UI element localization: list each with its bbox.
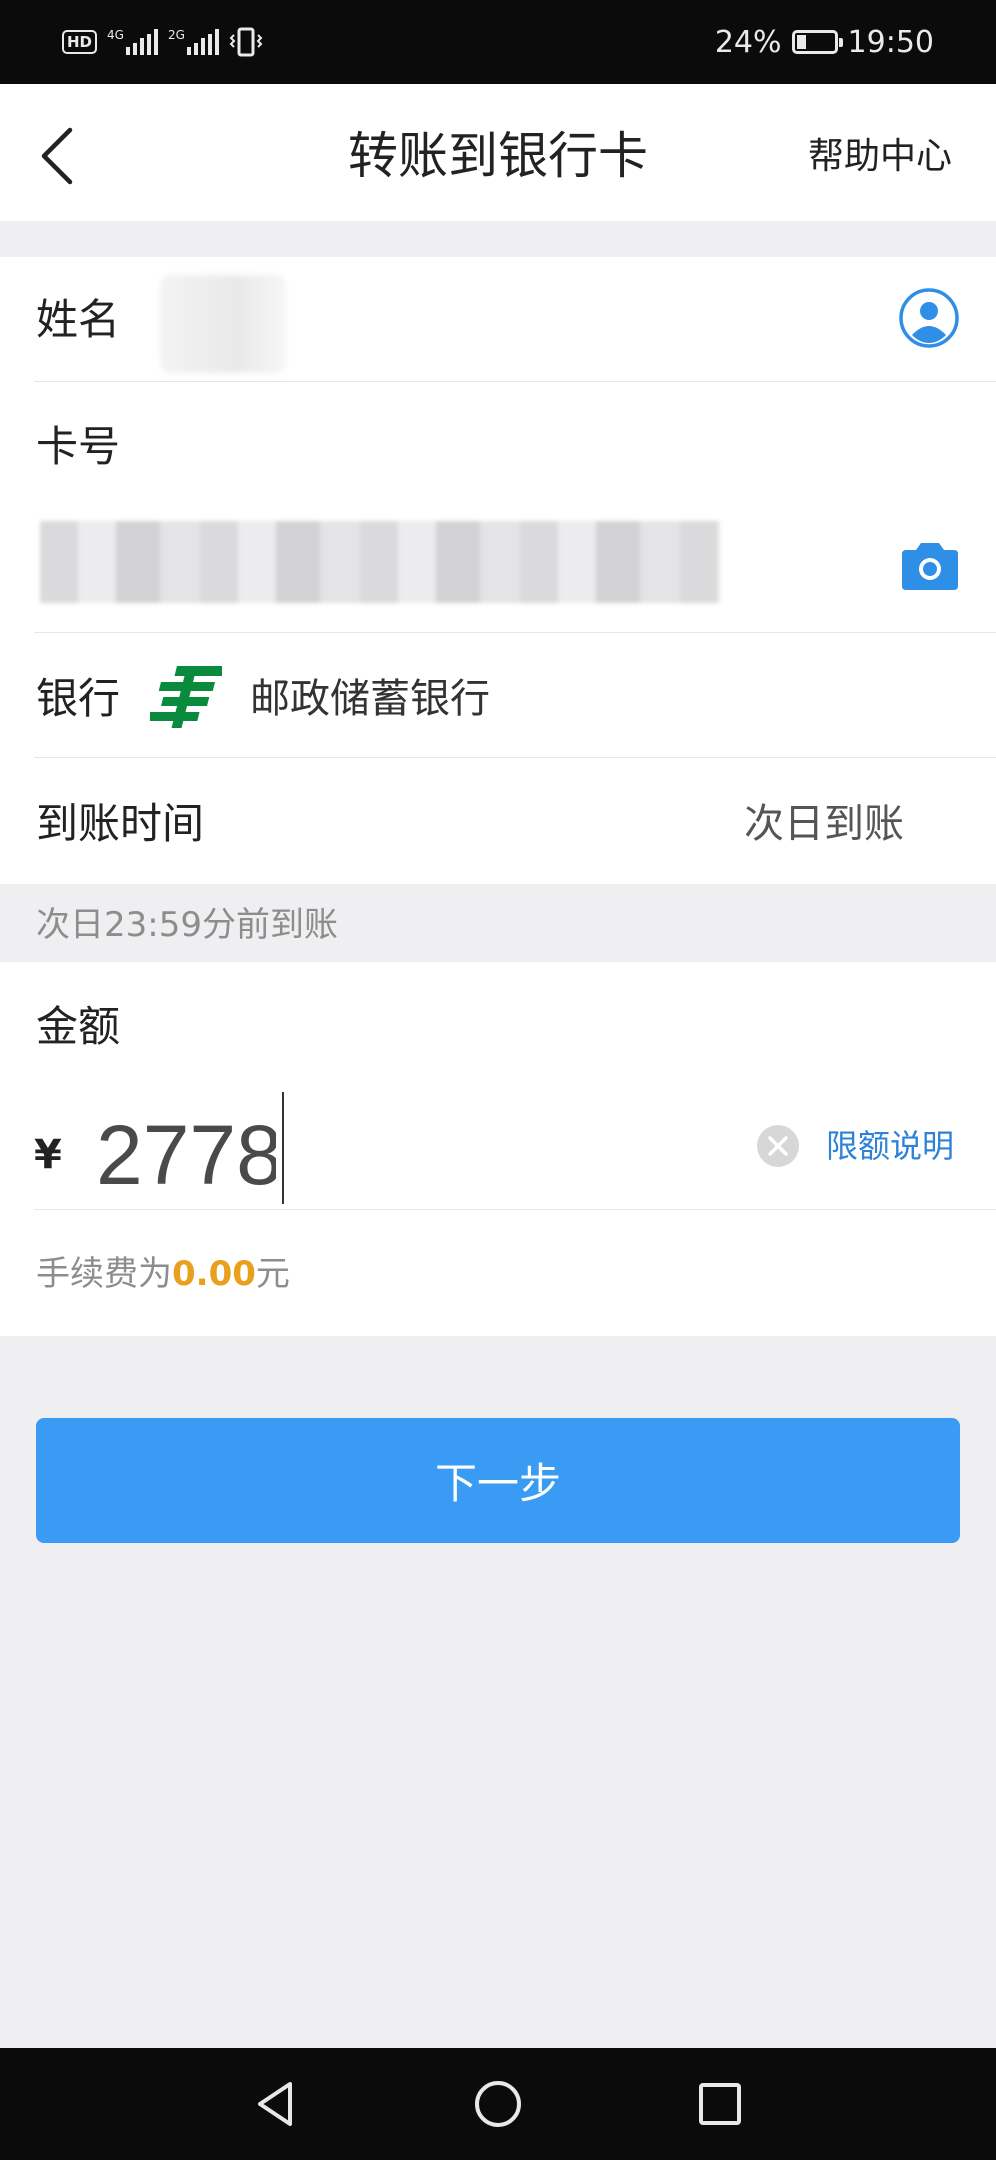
signal-bars-icon [125,29,158,55]
status-right: 24% 19:50 [715,22,934,62]
divider [34,632,996,633]
status-bar: HD 4G 2G 24% 19:50 [0,0,996,84]
recipient-card: 姓名 卡号 银行 邮政储蓄银行 到账时间 次日到账 [0,257,996,884]
battery-percent: 24% [714,24,782,60]
signal-1: 4G [107,29,158,55]
vibrate-icon [229,27,263,57]
card-number-field-blurred[interactable] [40,521,720,603]
amount-input[interactable] [96,1100,276,1210]
circle-home-icon[interactable] [472,2078,524,2130]
arrival-time-label: 到账时间 [36,799,205,848]
currency-symbol: ¥ [34,1132,62,1178]
amount-label: 金额 [36,1002,121,1051]
next-step-label: 下一步 [434,1459,561,1508]
camera-icon[interactable] [898,540,962,592]
signal-2: 2G [168,29,219,55]
arrival-time-select[interactable]: 次日到账 [744,794,904,854]
fee-suffix: 元 [255,1254,290,1294]
triangle-back-icon[interactable] [250,2078,302,2130]
clear-icon[interactable] [756,1124,800,1168]
bank-name: 邮政储蓄银行 [250,676,490,722]
next-step-button[interactable]: 下一步 [36,1418,960,1543]
help-center-link[interactable]: 帮助中心 [808,132,952,182]
contact-person-icon[interactable] [898,287,960,349]
square-recents-icon[interactable] [694,2078,746,2130]
system-navigation-bar [0,2048,996,2160]
network-type-1: 4G [107,28,124,42]
text-caret [282,1092,284,1204]
amount-card: 金额 ¥ 限额说明 手续费为0.00元 [0,962,996,1336]
name-field-blurred[interactable] [160,275,286,373]
network-type-2: 2G [167,28,185,42]
bank-label: 银行 [36,674,121,723]
card-number-label: 卡号 [36,422,121,471]
fee-value: 0.00 [172,1254,256,1294]
fee-prefix: 手续费为 [36,1254,172,1294]
name-label: 姓名 [36,295,121,344]
fee-text: 手续费为0.00元 [36,1249,290,1299]
divider [34,1209,996,1210]
postal-savings-bank-logo [150,666,222,728]
signal-bars-icon [186,29,219,55]
status-left: HD 4G 2G [62,22,263,62]
arrival-time-note: 次日23:59分前到账 [36,905,338,945]
app-header: 转账到银行卡 帮助中心 [0,84,996,221]
limit-info-link[interactable]: 限额说明 [826,1120,954,1172]
clock: 19:50 [847,24,934,60]
chevron-left-icon[interactable] [36,124,96,188]
divider [34,757,996,758]
hd-badge: HD [62,30,98,54]
divider [34,381,996,382]
battery-icon [791,30,843,54]
battery-level-fill [796,35,806,49]
